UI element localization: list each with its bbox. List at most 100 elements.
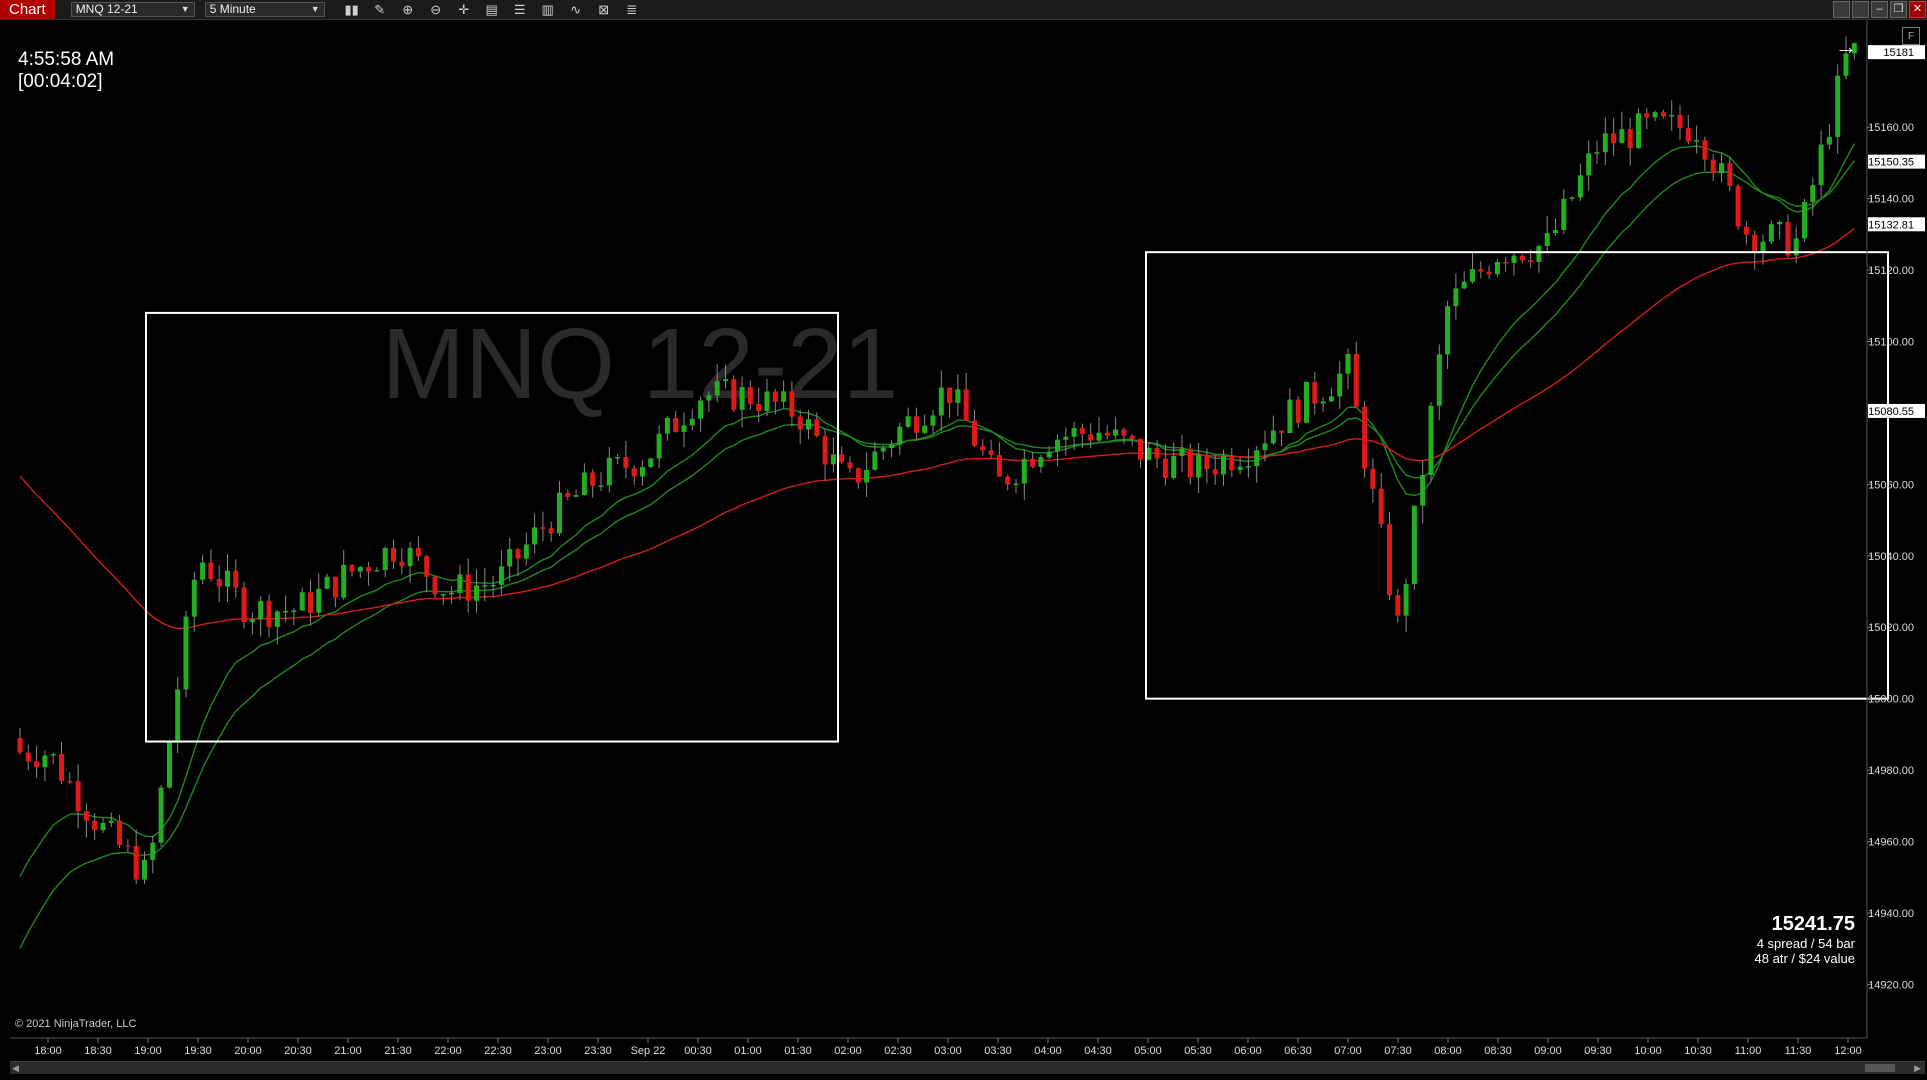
candle-body: [191, 579, 197, 617]
price-tick-label: 14960.00: [1868, 837, 1914, 849]
candle-body: [640, 467, 645, 477]
time-tick-label: 01:30: [784, 1045, 812, 1057]
candle-body: [938, 387, 944, 416]
candle-body: [1312, 381, 1318, 404]
candle-body: [972, 420, 977, 446]
candle-body: [440, 594, 446, 596]
candle-body: [1785, 221, 1791, 256]
candle-body: [1154, 447, 1160, 459]
candle-body: [532, 527, 538, 545]
candle-body: [399, 561, 405, 567]
copyright-text: © 2021 NinjaTrader, LLC: [15, 1018, 137, 1030]
candle-body: [523, 544, 529, 559]
candle-body: [1511, 255, 1517, 263]
candle-body: [382, 547, 388, 571]
candle-body: [1171, 455, 1177, 479]
candle-body: [1021, 458, 1027, 484]
candle-body: [1835, 75, 1841, 137]
candle-body: [291, 610, 297, 612]
candle-body: [1752, 234, 1758, 254]
candle-body: [158, 787, 164, 843]
candle-body: [1038, 457, 1044, 467]
candle-body: [1328, 396, 1334, 402]
candle-body: [42, 755, 48, 768]
time-tick-label: 07:00: [1334, 1045, 1362, 1057]
candle-body: [1204, 455, 1210, 470]
candle-body: [1486, 271, 1492, 275]
scroll-right-icon[interactable]: ▶: [1914, 1062, 1921, 1074]
candle-body: [872, 451, 878, 470]
candle-body: [723, 379, 728, 382]
candle-body: [1055, 439, 1060, 452]
candle-body: [1129, 435, 1135, 439]
time-tick-label: 23:00: [534, 1045, 562, 1057]
candle-body: [590, 472, 596, 486]
scroll-left-icon[interactable]: ◀: [12, 1062, 19, 1074]
candle-body: [92, 820, 98, 831]
candle-body: [1494, 262, 1500, 275]
candle-body: [606, 457, 612, 486]
scroll-to-end-icon[interactable]: →: [1835, 34, 1857, 60]
scrollbar-thumb[interactable]: [1865, 1064, 1895, 1072]
price-flag-label: 15150.35: [1868, 157, 1914, 169]
candle-body: [457, 574, 463, 593]
candle-body: [1320, 401, 1326, 404]
candle-body: [839, 454, 845, 463]
candle-body: [889, 444, 894, 448]
candle-body: [200, 562, 206, 580]
time-tick-label: 03:30: [984, 1045, 1012, 1057]
candle-body: [1669, 114, 1675, 117]
candle-body: [75, 781, 81, 812]
candle-body: [1096, 432, 1102, 441]
candle-body: [855, 468, 861, 483]
candle-body: [1196, 455, 1202, 478]
time-tick-label: 12:00: [1834, 1045, 1862, 1057]
candle-body: [739, 387, 745, 410]
instrument-watermark: MNQ 12-21: [382, 308, 899, 420]
candle-body: [1544, 232, 1550, 246]
candle-body: [225, 570, 230, 587]
candle-body: [731, 379, 737, 410]
candle-body: [930, 415, 936, 426]
candle-body: [1088, 434, 1094, 441]
candle-body: [1644, 113, 1650, 118]
candle-body: [573, 494, 579, 497]
time-tick-label: 09:30: [1584, 1045, 1612, 1057]
candle-body: [59, 754, 64, 781]
candle-body: [1685, 128, 1691, 142]
time-tick-label: Sep 22: [631, 1045, 666, 1057]
candle-body: [1818, 144, 1824, 186]
candle-body: [1602, 133, 1608, 153]
info-box: 15241.75 4 spread / 54 bar 48 atr / $24 …: [1755, 912, 1855, 966]
candle-body: [1577, 175, 1583, 198]
candle-body: [1420, 475, 1426, 506]
candle-body: [1071, 428, 1077, 437]
candle-body: [772, 391, 778, 402]
candle-body: [1619, 129, 1625, 144]
candle-body: [1146, 447, 1152, 460]
candle-body: [432, 576, 438, 595]
candle-body: [208, 562, 214, 580]
price-chart[interactable]: MNQ 12-21 15160.00 15140.00 15120.00 15100.…: [0, 0, 1927, 1080]
candle-body: [681, 425, 687, 433]
bar-timer: [00:04:02]: [18, 71, 103, 92]
candle-body: [980, 445, 986, 451]
candle-body: [1727, 163, 1733, 186]
current-time: 4:55:58 AM: [18, 49, 115, 70]
candle-body: [341, 564, 347, 598]
candle-body: [1221, 455, 1226, 475]
chart-pin-icon[interactable]: F: [1902, 27, 1920, 45]
candle-body: [905, 416, 911, 427]
horizontal-scrollbar[interactable]: ◀ ▶: [10, 1061, 1925, 1074]
time-axis: 18:00 18:30 19:00 19:30 20:00 20:30 21:00 21:30…: [34, 1038, 1862, 1057]
price-flag-label: 15132.81: [1868, 219, 1914, 231]
candle-body: [1353, 354, 1359, 407]
candle-body: [366, 567, 372, 572]
candle-body: [996, 455, 1002, 477]
info-spread: 4 spread / 54 bar: [1756, 936, 1855, 951]
time-tick-label: 18:30: [84, 1045, 112, 1057]
time-tick-label: 18:00: [34, 1045, 62, 1057]
time-tick-label: 20:30: [284, 1045, 312, 1057]
candle-body: [249, 619, 255, 623]
candle-body: [1810, 185, 1816, 202]
